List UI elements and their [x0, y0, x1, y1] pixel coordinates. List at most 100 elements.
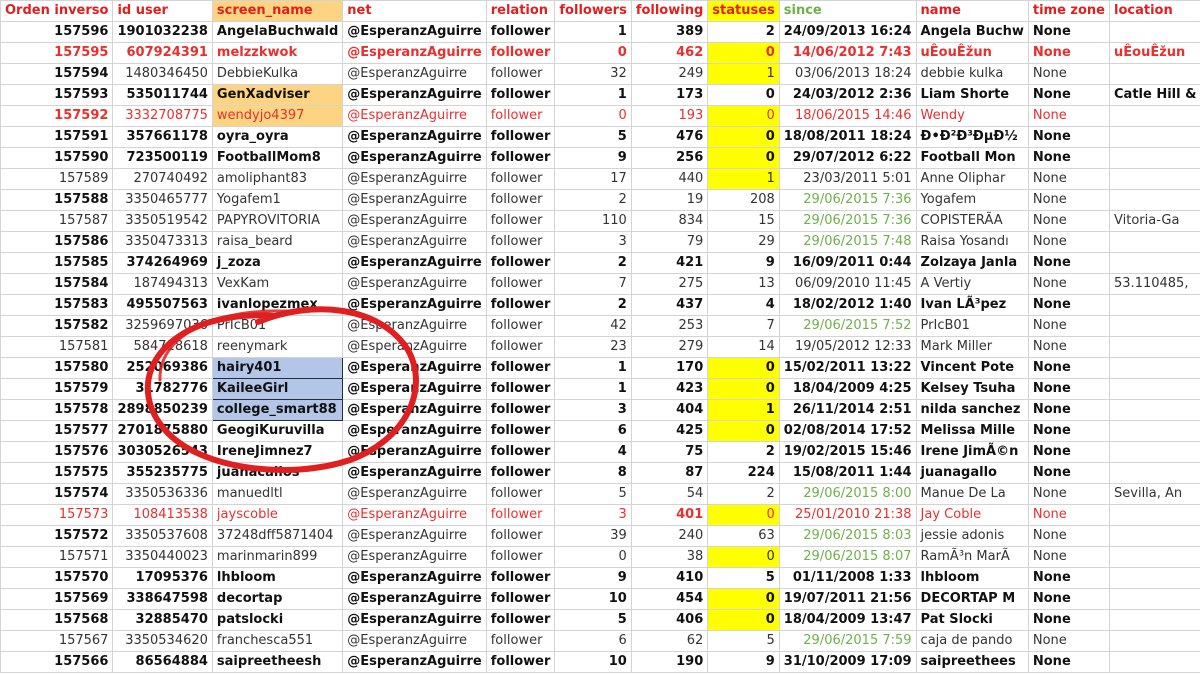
cell-screen-name[interactable]: Yogafem1 — [211, 189, 344, 211]
cell-relation[interactable]: follower — [485, 441, 556, 463]
header-net[interactable]: net — [342, 0, 487, 22]
cell-net[interactable]: @EsperanzAguirre — [342, 273, 487, 295]
cell-screen-name[interactable]: PrIcB01 — [211, 315, 344, 337]
cell-time-zone[interactable]: None — [1027, 420, 1111, 442]
cell-time-zone[interactable]: None — [1027, 630, 1111, 652]
table-row[interactable]: 157594 1480346450 DebbieKulka @EsperanzAgui… — [0, 63, 1200, 85]
cell-time-zone[interactable]: None — [1027, 147, 1111, 169]
cell-orden[interactable]: 157578 — [0, 399, 114, 421]
cell-since[interactable]: 31/10/2009 17:09 — [778, 651, 917, 673]
cell-following[interactable]: 19 — [630, 189, 709, 211]
cell-net[interactable]: @EsperanzAguirre — [342, 336, 487, 358]
cell-since[interactable]: 18/06/2015 14:46 — [778, 105, 917, 127]
table-row[interactable]: 157587 3350519542 PAPYROVITORIA @EsperanzAg… — [0, 210, 1200, 232]
header-name[interactable]: name — [915, 0, 1029, 22]
cell-orden[interactable]: 157586 — [0, 231, 114, 253]
cell-name[interactable]: Đ•Đ²Đ³ĐµĐ½ — [915, 126, 1029, 148]
cell-following[interactable]: 240 — [630, 525, 709, 547]
cell-name[interactable]: saipreethees — [915, 651, 1029, 673]
cell-name[interactable]: lhbloom — [915, 567, 1029, 589]
cell-net[interactable]: @EsperanzAguirre — [342, 189, 487, 211]
cell-following[interactable]: 173 — [630, 84, 709, 106]
cell-following[interactable]: 437 — [630, 294, 709, 316]
cell-followers[interactable]: 0 — [554, 546, 632, 568]
cell-name[interactable]: Manue De La — [915, 483, 1029, 505]
cell-net[interactable]: @EsperanzAguirre — [342, 504, 487, 526]
cell-time-zone[interactable]: None — [1027, 63, 1111, 85]
cell-followers[interactable]: 2 — [554, 294, 632, 316]
cell-id-user[interactable]: 270740492 — [112, 168, 213, 190]
cell-statuses[interactable]: 0 — [707, 147, 780, 169]
cell-location[interactable] — [1109, 63, 1200, 85]
cell-name[interactable]: Anne Oliphar — [915, 168, 1029, 190]
cell-name[interactable]: Mark Miller — [915, 336, 1029, 358]
cell-time-zone[interactable]: None — [1027, 42, 1111, 64]
cell-id-user[interactable]: 3350440023 — [112, 546, 213, 568]
cell-screen-name[interactable]: PAPYROVITORIA — [211, 210, 344, 232]
cell-name[interactable]: DECORTAP M — [915, 588, 1029, 610]
cell-screen-name[interactable]: marinmarin899 — [211, 546, 344, 568]
cell-net[interactable]: @EsperanzAguirre — [342, 210, 487, 232]
cell-name[interactable]: Raisa Yosandı — [915, 231, 1029, 253]
cell-following[interactable]: 256 — [630, 147, 709, 169]
header-location[interactable]: location — [1109, 0, 1200, 22]
cell-statuses[interactable]: 2 — [707, 441, 780, 463]
table-row[interactable]: 157568 32885470 patslocki @EsperanzAguirre f… — [0, 609, 1200, 631]
cell-name[interactable]: Jay Coble — [915, 504, 1029, 526]
cell-since[interactable]: 29/06/2015 8:00 — [778, 483, 917, 505]
spreadsheet[interactable]: Orden inverso id user screen_name net re… — [0, 0, 1200, 675]
cell-following[interactable]: 454 — [630, 588, 709, 610]
cell-since[interactable]: 16/09/2011 0:44 — [778, 252, 917, 274]
cell-statuses[interactable]: 0 — [707, 378, 780, 400]
cell-followers[interactable]: 8 — [554, 462, 632, 484]
cell-orden[interactable]: 157583 — [0, 294, 114, 316]
cell-since[interactable]: 24/09/2013 16:24 — [778, 21, 917, 43]
cell-since[interactable]: 29/06/2015 7:59 — [778, 630, 917, 652]
cell-name[interactable]: Angela Buchw — [915, 21, 1029, 43]
cell-relation[interactable]: follower — [485, 231, 556, 253]
cell-relation[interactable]: follower — [485, 399, 556, 421]
cell-followers[interactable]: 2 — [554, 189, 632, 211]
cell-location[interactable] — [1109, 336, 1200, 358]
cell-following[interactable]: 406 — [630, 609, 709, 631]
cell-screen-name[interactable]: manuedltl — [211, 483, 344, 505]
table-row[interactable]: 157575 355235775 juanacallos @EsperanzAguir… — [0, 462, 1200, 484]
cell-orden[interactable]: 157573 — [0, 504, 114, 526]
cell-orden[interactable]: 157591 — [0, 126, 114, 148]
cell-since[interactable]: 15/08/2011 1:44 — [778, 462, 917, 484]
cell-net[interactable]: @EsperanzAguirre — [342, 651, 487, 673]
cell-followers[interactable]: 1 — [554, 378, 632, 400]
table-row[interactable]: 157578 2898850239 college_smart88 @Esperanz… — [0, 399, 1200, 421]
cell-location[interactable] — [1109, 651, 1200, 673]
table-row[interactable]: 157591 357661178 oyra_oyra @EsperanzAguirre… — [0, 126, 1200, 148]
cell-id-user[interactable]: 2898850239 — [112, 399, 213, 421]
cell-statuses[interactable]: 63 — [707, 525, 780, 547]
cell-screen-name[interactable]: ivanlopezmex — [211, 294, 344, 316]
cell-followers[interactable]: 39 — [554, 525, 632, 547]
cell-net[interactable]: @EsperanzAguirre — [342, 525, 487, 547]
cell-net[interactable]: @EsperanzAguirre — [342, 63, 487, 85]
cell-since[interactable]: 26/11/2014 2:51 — [778, 399, 917, 421]
cell-time-zone[interactable]: None — [1027, 84, 1111, 106]
cell-id-user[interactable]: 1901032238 — [112, 21, 213, 43]
cell-since[interactable]: 19/05/2012 12:33 — [778, 336, 917, 358]
cell-location[interactable] — [1109, 189, 1200, 211]
cell-orden[interactable]: 157571 — [0, 546, 114, 568]
cell-location[interactable] — [1109, 567, 1200, 589]
cell-orden[interactable]: 157580 — [0, 357, 114, 379]
cell-location[interactable]: uÊouÊžun — [1109, 42, 1200, 64]
cell-name[interactable]: debbie kulka — [915, 63, 1029, 85]
cell-screen-name[interactable]: juanacallos — [211, 462, 344, 484]
cell-net[interactable]: @EsperanzAguirre — [342, 315, 487, 337]
cell-followers[interactable]: 3 — [554, 399, 632, 421]
cell-time-zone[interactable]: None — [1027, 168, 1111, 190]
cell-orden[interactable]: 157576 — [0, 441, 114, 463]
cell-statuses[interactable]: 1 — [707, 399, 780, 421]
cell-following[interactable]: 62 — [630, 630, 709, 652]
cell-id-user[interactable]: 3332708775 — [112, 105, 213, 127]
cell-net[interactable]: @EsperanzAguirre — [342, 420, 487, 442]
table-row[interactable]: 157573 108413538 jayscoble @EsperanzAguirre… — [0, 504, 1200, 526]
header-screen-name[interactable]: screen_name — [211, 0, 344, 22]
cell-time-zone[interactable]: None — [1027, 504, 1111, 526]
cell-since[interactable]: 06/09/2010 11:45 — [778, 273, 917, 295]
